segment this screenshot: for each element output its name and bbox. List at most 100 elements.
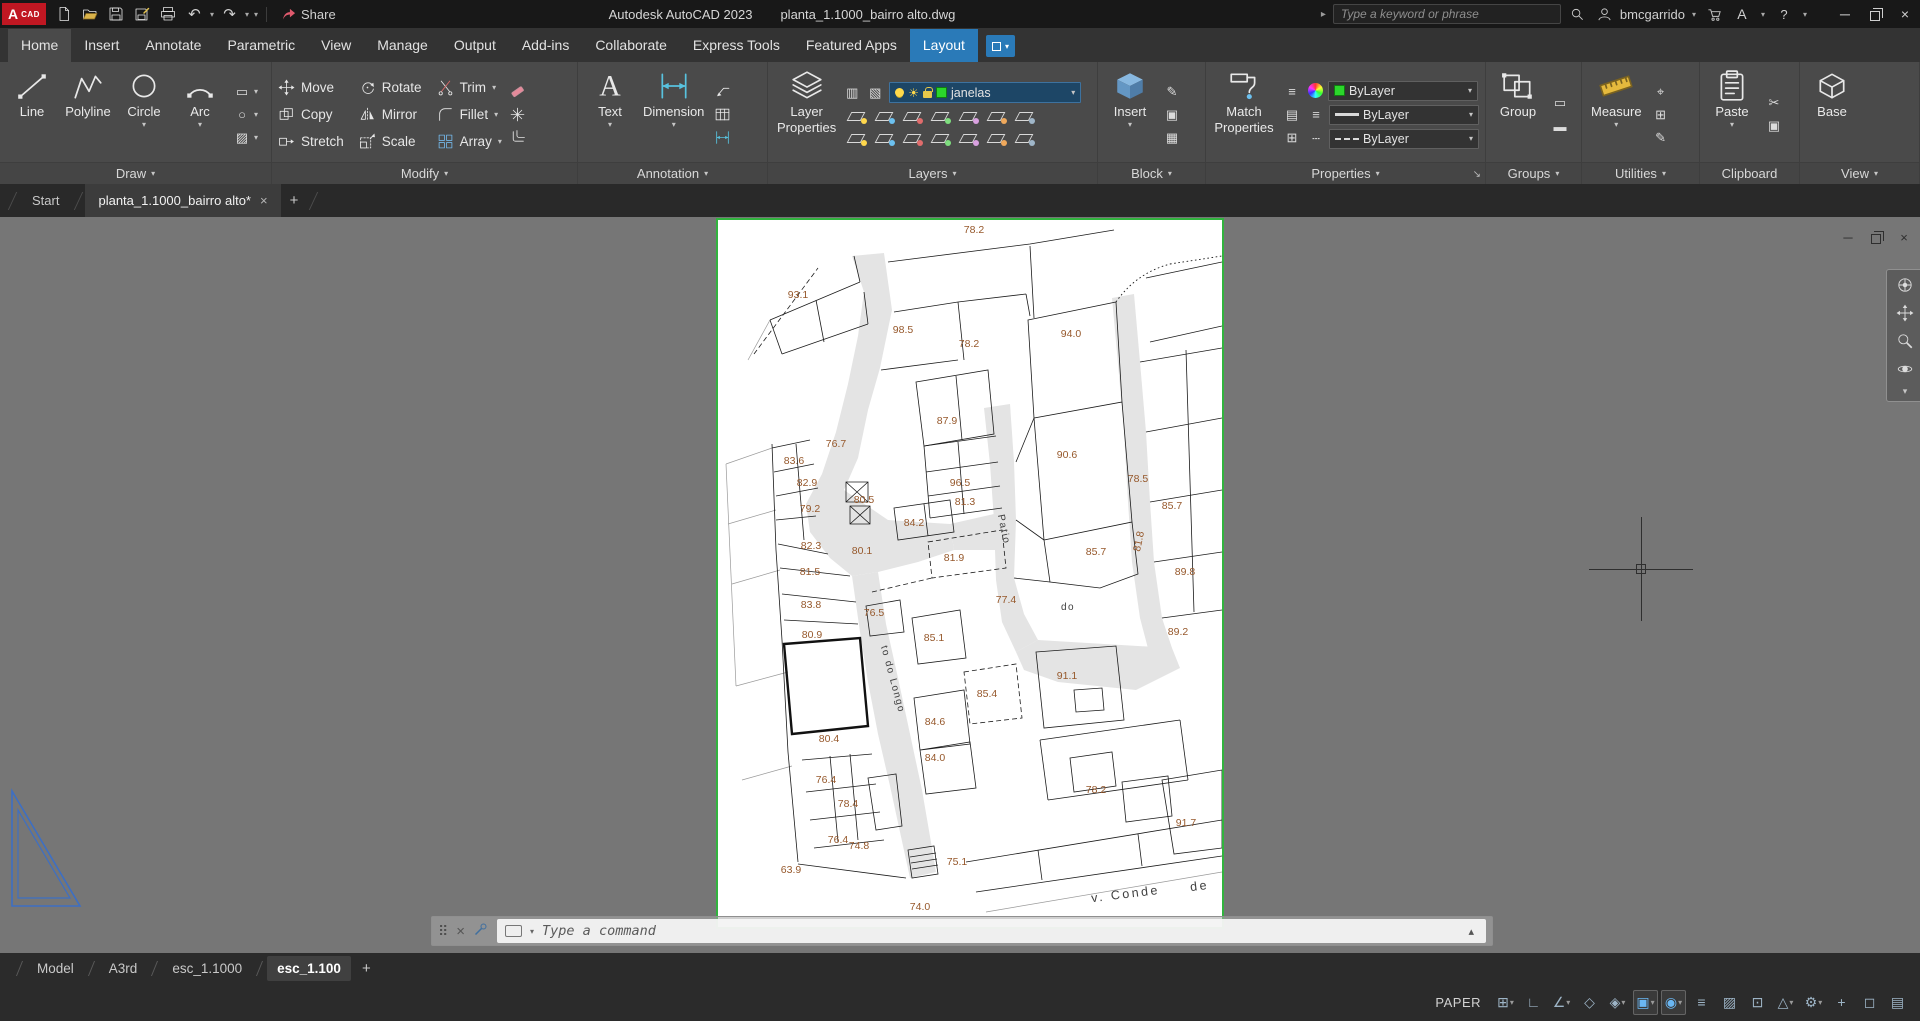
tab-layout[interactable]: Layout [910,29,978,62]
explode-button[interactable] [509,105,526,124]
new-layout-button[interactable]: + [353,960,380,977]
doc-minimize-icon[interactable]: ─ [1840,229,1856,245]
table-button[interactable] [714,105,731,124]
color-wheel-icon[interactable] [1308,83,1323,98]
new-file-icon[interactable] [52,2,77,26]
help-dropdown-icon[interactable]: ▾ [1801,10,1809,19]
properties-palette-button[interactable]: ▤ [1283,105,1301,124]
help-search-box[interactable] [1333,4,1561,24]
layer-color-swatch[interactable] [936,87,947,98]
help-search-input[interactable] [1341,7,1553,21]
undo-dropdown-icon[interactable]: ▾ [208,10,216,19]
ortho-mode-icon[interactable]: ∟ [1521,990,1546,1015]
define-attributes-button[interactable]: ▣ [1163,105,1181,124]
polar-tracking-icon[interactable]: ∠▾ [1549,990,1574,1015]
cut-button[interactable]: ✂ [1765,94,1783,113]
erase-button[interactable] [509,82,526,101]
workspace-switching-icon[interactable]: ⚙▾ [1801,990,1826,1015]
tab-view[interactable]: View [308,29,364,62]
isolate-objects-icon[interactable]: ◻ [1857,990,1882,1015]
match-properties-button[interactable]: Match Properties [1212,67,1276,162]
move-button[interactable]: Move [278,77,344,99]
groups-panel-title[interactable]: Groups▾ [1486,162,1581,184]
ungroup-button[interactable]: ▭ [1551,94,1569,113]
layer-isolate-icon[interactable] [871,107,896,125]
layer-thaw-icon[interactable]: ☀ [908,88,919,98]
navbar-menu-icon[interactable]: ▾ [1903,388,1908,395]
mirror-button[interactable]: Mirror [359,104,422,126]
zoom-icon[interactable] [1896,332,1914,350]
save-as-icon[interactable] [130,2,155,26]
point-style-button[interactable]: ✎ [1652,128,1670,147]
layer-lock-icon[interactable] [923,91,932,98]
layout-paper[interactable]: 78.293.198.578.294.087.976.783.682.990.6… [718,220,1222,927]
object-snap-icon[interactable]: ▣▾ [1633,990,1658,1015]
offset-button[interactable] [509,128,526,147]
tab-insert[interactable]: Insert [71,29,132,62]
layer-walk-icon[interactable] [843,129,868,147]
group-button[interactable]: Group [1492,67,1544,162]
redo-dropdown-icon[interactable]: ▾ [243,10,251,19]
layer-isolate-button[interactable]: ▥ [843,83,861,102]
lineweight-display-icon[interactable]: ≡ [1689,990,1714,1015]
lineweight-select[interactable]: ByLayer ▾ [1329,105,1479,125]
navigation-wheel-icon[interactable] [1896,276,1914,294]
layer-merge-icon[interactable] [899,129,924,147]
isodraft-icon[interactable]: ◈▾ [1605,990,1630,1015]
text-button[interactable]: Text ▾ [584,67,636,162]
arc-button[interactable]: Arc ▾ [174,67,226,162]
app-store-cart-icon[interactable] [1705,3,1725,25]
tab-collaborate[interactable]: Collaborate [582,29,680,62]
layer-unisolate-icon[interactable] [983,129,1008,147]
annotation-scale-icon[interactable]: △▾ [1773,990,1798,1015]
close-button[interactable]: × [1890,0,1920,28]
tab-manage[interactable]: Manage [364,29,441,62]
stretch-button[interactable]: Stretch [278,131,344,153]
line-button[interactable]: Line [6,67,58,162]
doc-close-icon[interactable]: × [1896,229,1912,245]
redo-icon[interactable]: ↷ [217,2,242,26]
layer-off-icon[interactable] [843,107,868,125]
dimension-button[interactable]: Dimension ▾ [640,67,707,162]
file-tab-document[interactable]: planta_1.1000_bairro alto* × [85,184,280,217]
base-button[interactable]: Base [1806,67,1858,162]
layer-delete-icon[interactable] [927,129,952,147]
recent-commands-icon[interactable] [505,925,522,937]
object-snap-tracking-icon[interactable]: ◇ [1577,990,1602,1015]
layer-lock-icon[interactable] [927,107,952,125]
polyline-button[interactable]: Polyline [62,67,114,162]
layout-tab-model[interactable]: Model [27,956,84,981]
paper-space-toggle[interactable]: PAPER [1426,992,1490,1013]
trim-button[interactable]: Trim▾ [437,77,502,99]
autodesk-app-icon[interactable]: A [1732,3,1752,25]
hatch-button[interactable]: ▨▾ [233,128,258,147]
pan-icon[interactable] [1896,304,1914,322]
file-tab-start[interactable]: Start [19,184,72,217]
doc-restore-icon[interactable] [1868,229,1884,245]
autocad-logo[interactable]: A CAD [2,3,46,25]
scale-button[interactable]: Scale [359,131,422,153]
turn-all-layers-on-icon[interactable] [1011,129,1036,147]
utilities-panel-title[interactable]: Utilities▾ [1582,162,1699,184]
help-icon[interactable]: ? [1774,3,1794,25]
copy-objects-to-layer-icon[interactable] [1011,107,1036,125]
share-button[interactable]: Share [273,7,344,22]
view-panel-title[interactable]: View▾ [1800,162,1919,184]
block-editor-button[interactable]: ▦ [1163,128,1181,147]
clipboard-panel-title[interactable]: Clipboard [1700,162,1799,184]
layer-match-icon[interactable] [955,107,980,125]
make-current-icon[interactable] [983,107,1008,125]
layer-select[interactable]: ☀ janelas ▾ [889,82,1081,103]
linetype-select[interactable]: ByLayer ▾ [1329,129,1479,149]
command-history-icon[interactable]: ▴ [1464,925,1478,938]
layers-panel-title[interactable]: Layers▾ [768,162,1097,184]
tab-annotate[interactable]: Annotate [132,29,214,62]
quick-calc-button[interactable]: ⊞ [1652,105,1670,124]
new-drawing-button[interactable]: + [281,192,308,209]
rotate-button[interactable]: Rotate [359,77,422,99]
edit-block-button[interactable]: ✎ [1163,82,1181,101]
command-input[interactable] [542,923,1456,939]
group-edit-button[interactable]: ▬ [1551,117,1569,136]
minimize-button[interactable]: ─ [1830,0,1860,28]
save-icon[interactable] [104,2,129,26]
